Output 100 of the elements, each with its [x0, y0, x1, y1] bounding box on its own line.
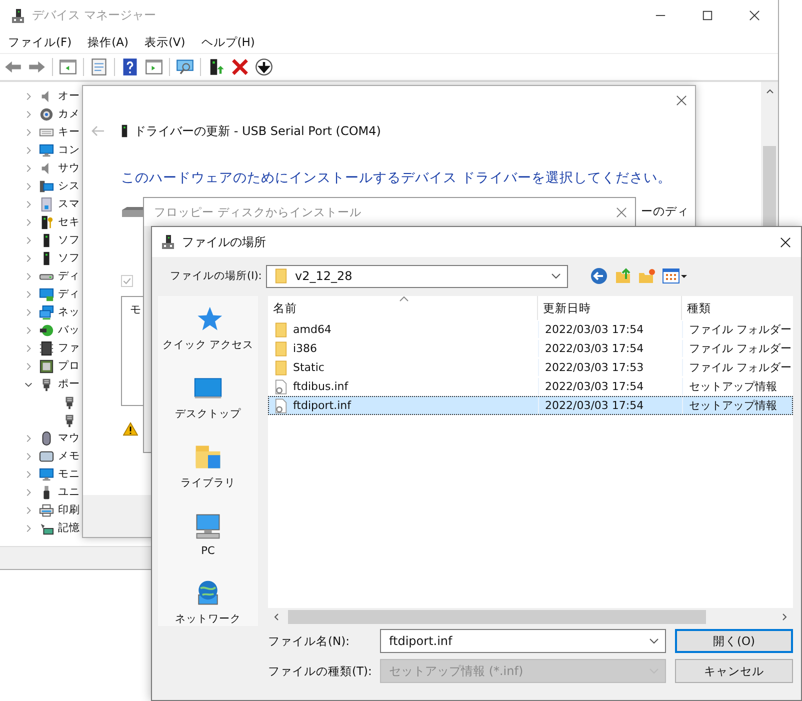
display-adapter-icon	[39, 286, 54, 302]
tree-item[interactable]: ソフ	[58, 251, 80, 265]
printer-icon	[39, 502, 54, 518]
device-icon	[160, 234, 176, 250]
help-icon[interactable]	[121, 58, 139, 76]
location-dropdown[interactable]: v2_12_28	[266, 264, 568, 288]
tree-item[interactable]: 印刷	[58, 503, 80, 517]
tree-item[interactable]: サウ	[58, 161, 80, 175]
column-header[interactable]: 更新日時	[538, 296, 682, 320]
table-cell: 2022/03/03 17:54	[539, 378, 683, 395]
sort-icon[interactable]	[399, 296, 409, 302]
file-row[interactable]: ftdiport.inf 2022/03/03 17:54 セットアップ情報	[268, 396, 793, 415]
folder-icon	[275, 268, 287, 284]
tree-item[interactable]: カメ	[58, 107, 80, 121]
place-item[interactable]: クイック アクセス	[162, 338, 254, 352]
monitor-icon	[39, 142, 54, 158]
device-key-icon	[39, 214, 54, 230]
network-icon	[39, 304, 54, 320]
tree-item[interactable]: プロ	[58, 359, 80, 373]
filename-label: ファイル名(N):	[268, 634, 350, 648]
computer-icon	[39, 178, 54, 194]
close-icon[interactable]	[676, 94, 687, 106]
properties-icon[interactable]	[90, 58, 108, 76]
tree-item[interactable]: マウ	[58, 431, 80, 445]
tree-item[interactable]: ディ	[58, 287, 80, 301]
tree-item[interactable]: ファ	[58, 341, 80, 355]
file-name: ftdibus.inf	[293, 380, 348, 393]
dialog-heading: このハードウェアのためにインストールするデバイス ドライバーを選択してください。	[120, 169, 672, 187]
column-header[interactable]: 種類	[682, 296, 793, 320]
table-cell-text: ファイル フォルダー	[688, 360, 792, 376]
close-icon[interactable]	[780, 236, 791, 248]
close-icon[interactable]	[749, 10, 760, 21]
plug-icon	[39, 322, 54, 338]
table-cell: 2022/03/03 17:54	[539, 397, 683, 414]
place-item[interactable]: PC	[201, 545, 215, 557]
table-cell-text: ファイル フォルダー	[688, 341, 792, 357]
monitor-search-icon[interactable]	[176, 58, 194, 76]
checkbox[interactable]	[121, 275, 133, 287]
instruction-text: ーのディ	[641, 204, 689, 219]
place-item[interactable]: デスクトップ	[175, 407, 241, 421]
download-icon[interactable]	[255, 58, 273, 76]
chip-icon	[39, 340, 54, 356]
warning-icon	[123, 422, 138, 436]
filename-field[interactable]: ftdiport.inf	[380, 629, 666, 653]
chevron-icon[interactable]	[649, 638, 659, 644]
settings-file-icon	[275, 378, 287, 394]
place-item[interactable]: ネットワーク	[175, 612, 241, 626]
settings-file-icon	[275, 398, 287, 414]
new-folder-icon[interactable]	[638, 267, 656, 285]
tree-item[interactable]: コン	[58, 143, 80, 157]
file-row[interactable]: amd64 2022/03/03 17:54 ファイル フォルダー	[268, 320, 793, 339]
tree-item[interactable]: ディ	[58, 269, 80, 283]
table-cell: 2022/03/03 17:53	[539, 359, 683, 376]
tree-item[interactable]: ユニ	[58, 485, 80, 499]
tree-item[interactable]: オー	[58, 89, 80, 103]
menu-item[interactable]: ヘルプ(H)	[201, 34, 255, 50]
tree-item[interactable]: ネッ	[58, 305, 80, 319]
device-icon	[10, 8, 26, 24]
tree-item[interactable]: ポー	[58, 377, 80, 391]
tree-item[interactable]: ソフ	[58, 233, 80, 247]
maximize-button[interactable]	[702, 10, 713, 21]
cancel-button[interactable]: キャンセル	[675, 659, 793, 683]
view-menu-icon[interactable]	[662, 267, 688, 285]
card-icon	[39, 448, 54, 464]
tree-item[interactable]: メモ	[58, 449, 80, 463]
folder-icon	[275, 340, 287, 356]
tablet-icon	[39, 196, 54, 212]
tree-item[interactable]: シス	[58, 179, 80, 193]
dialog-title: ドライバーの更新 - USB Serial Port (COM4)	[134, 122, 381, 140]
column-header[interactable]: 名前	[268, 296, 538, 320]
delete-icon[interactable]	[231, 58, 249, 76]
monitor-icon	[39, 466, 54, 482]
tree-item[interactable]: スマ	[58, 197, 80, 211]
file-name: ftdiport.inf	[293, 399, 351, 412]
table-cell: 2022/03/03 17:54	[539, 340, 683, 357]
menu-item[interactable]: ファイル(F)	[8, 34, 72, 50]
back-arrow-icon[interactable]	[91, 125, 105, 137]
chevron-icon[interactable]	[551, 273, 561, 279]
folder-up-icon[interactable]	[614, 267, 632, 285]
tree-item[interactable]: キー	[58, 125, 80, 139]
tree-item[interactable]: モニ	[58, 467, 80, 481]
file-row[interactable]: Static 2022/03/03 17:53 ファイル フォルダー	[268, 358, 793, 377]
dialog-title: フロッピー ディスクからインストール	[154, 204, 362, 220]
window-icon[interactable]	[145, 58, 163, 76]
file-row[interactable]: ftdibus.inf 2022/03/03 17:54 セットアップ情報	[268, 377, 793, 396]
open-button[interactable]: 開く(O)	[675, 629, 793, 653]
tree-item[interactable]: バッ	[58, 323, 80, 337]
window-icon[interactable]	[59, 58, 77, 76]
table-cell-text: ファイル フォルダー	[688, 322, 792, 338]
menu-item[interactable]: 操作(A)	[88, 34, 128, 50]
back-icon[interactable]	[590, 267, 608, 285]
place-item[interactable]: ライブラリ	[180, 476, 236, 490]
file-row[interactable]: i386 2022/03/03 17:54 ファイル フォルダー	[268, 339, 793, 358]
tree-item[interactable]: 記憶	[58, 521, 80, 535]
folder-icon	[275, 360, 287, 376]
menu-item[interactable]: 表示(V)	[144, 34, 186, 50]
tree-item[interactable]: セキ	[58, 215, 80, 229]
webcam-icon	[39, 106, 54, 122]
file-name: Static	[293, 361, 324, 374]
file-name: amd64	[293, 323, 332, 336]
